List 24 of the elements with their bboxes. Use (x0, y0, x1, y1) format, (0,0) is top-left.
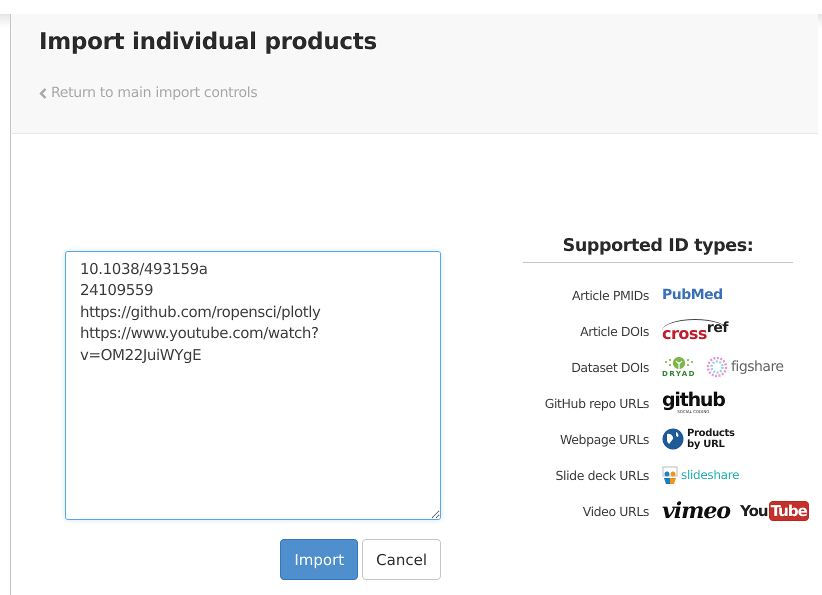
id-type-label: Slide deck URLs (554, 468, 649, 482)
tree-icon (662, 356, 696, 370)
cancel-button[interactable]: Cancel (362, 539, 441, 580)
youtube-logo: You Tube (740, 502, 809, 520)
id-type-label: GitHub repo URLs (544, 396, 649, 410)
page-title: Import individual products (39, 29, 378, 55)
chevron-left-icon (39, 88, 47, 98)
products-by-url-logo-text: Products by URL (687, 428, 736, 450)
github-logo: github (662, 392, 725, 409)
pubmed-logo: PubMed (662, 287, 723, 303)
globe-icon (662, 428, 684, 450)
id-type-label: Article DOIs (579, 324, 649, 338)
id-type-label: Article PMIDs (570, 288, 649, 302)
figshare-logo-text: figshare (731, 359, 784, 375)
ids-textarea[interactable]: 10.1038/493159a 24109559 https://github.com/ropensci/plotly https://www.youtube.com/watch?v=OM22JuiWYgE (65, 251, 441, 520)
id-type-label: Video URLs (582, 504, 649, 518)
presenter-icon (662, 466, 678, 484)
slideshare-logo-text: slideshare (681, 468, 740, 482)
pinwheel-icon (706, 356, 728, 378)
id-type-label: Webpage URLs (559, 432, 649, 446)
id-type-label: Dataset DOIs (570, 360, 649, 374)
supported-types-heading: Supported ID types: (523, 236, 793, 263)
vimeo-logo: vimeo (662, 498, 730, 524)
crossref-logo: cross$^{ref}$ (662, 319, 728, 343)
